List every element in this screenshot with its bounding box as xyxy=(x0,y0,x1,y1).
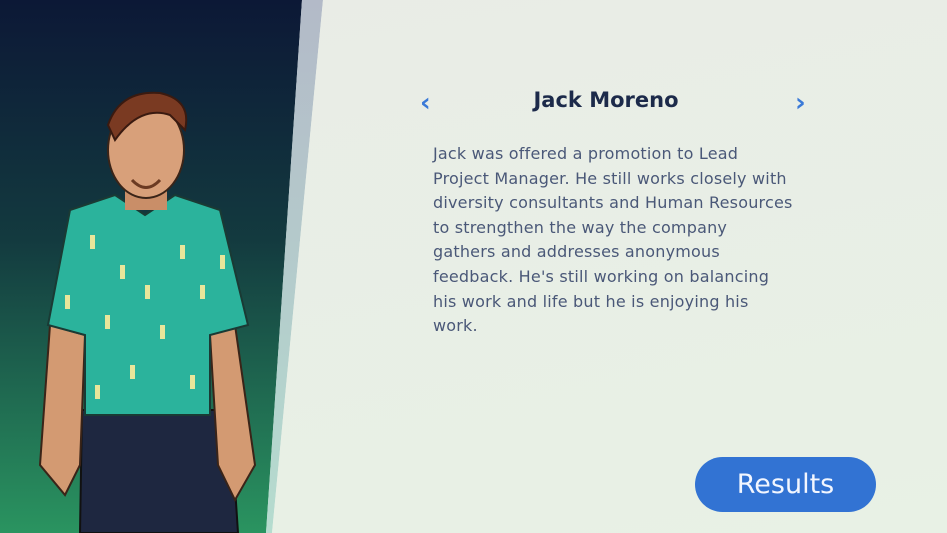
results-button[interactable]: Results xyxy=(695,457,876,512)
previous-character-button[interactable]: ‹ xyxy=(420,88,431,118)
character-name: Jack Moreno xyxy=(533,88,679,112)
character-bio: Jack was offered a promotion to Lead Pro… xyxy=(433,144,793,336)
next-character-button[interactable]: › xyxy=(795,88,806,118)
character-portrait xyxy=(38,91,257,533)
